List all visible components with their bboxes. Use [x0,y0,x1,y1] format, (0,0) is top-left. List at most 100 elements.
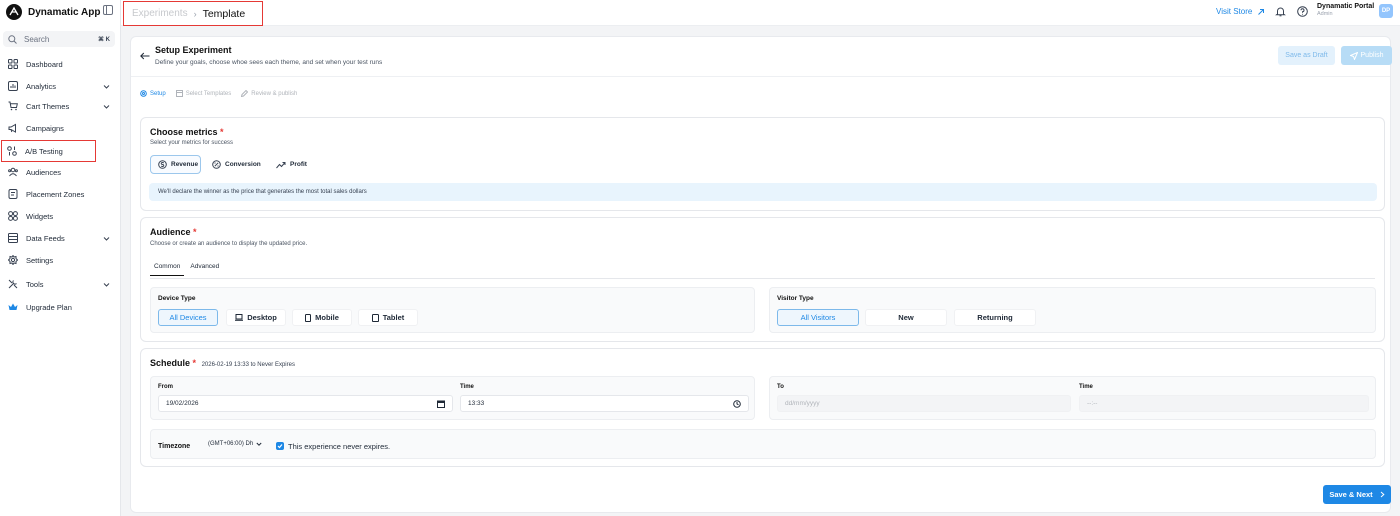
megaphone-icon [8,123,18,133]
sidebar: Dynamatic App Search ⌘ K Dashboard Analy… [0,0,121,516]
step-review-publish[interactable]: Review & publish [241,90,297,97]
sidebar-item-label: Upgrade Plan [26,302,72,312]
stepper: Setup Select Templates Review & publish [140,90,307,97]
search-input[interactable]: Search ⌘ K [3,31,115,47]
sidebar-item-label: Dashboard [26,59,63,69]
portal-name: Dynamatic Portal [1317,3,1375,10]
bell-icon[interactable] [1275,6,1286,17]
sidebar-item-settings[interactable]: Settings [3,251,115,269]
to-time-placeholder: --:-- [1087,400,1098,407]
schedule-title-text: Schedule [150,358,191,368]
sidebar-toggle-icon[interactable] [103,5,113,15]
visit-store-link[interactable]: Visit Store [1216,7,1265,16]
user-menu[interactable]: Dynamatic Portal Admin [1317,3,1374,17]
timezone-select[interactable]: (GMT+06:00) Dh [208,441,262,447]
avatar[interactable]: DP [1379,4,1393,18]
save-draft-button[interactable]: Save as Draft [1278,46,1335,65]
sidebar-item-analytics[interactable]: Analytics [3,77,115,95]
from-date-input[interactable]: 19/02/2026 [158,395,453,412]
from-time-value: 13:33 [468,400,485,407]
pencil-icon [241,90,251,97]
device-all-devices[interactable]: All Devices [158,309,218,326]
top-bar: Experiments › Template Visit Store Dynam… [121,0,1400,26]
back-arrow-icon[interactable] [140,52,150,60]
schedule-from-panel: From 19/02/2026 Time 13:33 [150,376,755,420]
from-time-input[interactable]: 13:33 [460,395,749,412]
sidebar-item-tools[interactable]: Tools [3,275,115,293]
app-logo-icon [6,4,22,20]
publish-label: Publish [1360,52,1384,59]
device-tablet[interactable]: Tablet [358,309,418,326]
sidebar-item-label: A/B Testing [25,146,63,156]
sidebar-item-label: Placement Zones [26,189,85,199]
metric-profit[interactable]: Profit [269,155,311,174]
sidebar-item-placement-zones[interactable]: Placement Zones [3,185,115,203]
step-setup[interactable]: Setup [140,90,166,97]
metric-info-banner: We'll declare the winner as the price th… [149,183,1377,201]
crown-icon [8,302,18,312]
audience-tabs: Common Advanced [150,260,225,276]
chart-icon [8,81,18,91]
metric-conversion[interactable]: Conversion [205,155,263,174]
never-expires-label[interactable]: This experience never expires. [288,442,390,451]
sidebar-item-audiences[interactable]: Audiences [3,163,115,181]
to-time-input[interactable]: --:-- [1079,395,1369,412]
chevron-down-icon [103,281,110,288]
breadcrumb: Experiments › Template [123,1,263,26]
visitor-returning[interactable]: Returning [954,309,1036,326]
tab-common[interactable]: Common [150,260,185,276]
breadcrumb-current: Template [202,7,246,20]
save-next-label: Save & Next [1329,490,1373,499]
sidebar-item-label: Cart Themes [26,101,70,111]
sidebar-item-widgets[interactable]: Widgets [3,207,115,225]
chevron-right-icon [1373,491,1385,498]
sidebar-item-upgrade-plan[interactable]: Upgrade Plan [3,298,115,316]
visit-store-label: Visit Store [1216,7,1253,16]
from-date-value: 19/02/2026 [166,400,199,407]
mobile-icon [305,313,315,322]
sidebar-item-cart-themes[interactable]: Cart Themes [3,97,115,115]
sidebar-item-data-feeds[interactable]: Data Feeds [3,229,115,247]
app-name: Dynamatic App [28,6,101,18]
from-time-label: Time [460,384,474,390]
from-label: From [158,384,173,390]
metrics-title-text: Choose metrics [150,127,218,137]
step-select-templates[interactable]: Select Templates [175,90,232,97]
visitor-new[interactable]: New [865,309,947,326]
option-label: Mobile [315,313,339,322]
audience-title: Audience * [150,227,197,237]
never-expires-checkbox[interactable] [276,442,284,450]
tab-advanced[interactable]: Advanced [186,260,223,276]
chevron-down-icon [253,441,262,447]
metric-revenue[interactable]: Revenue [150,155,201,174]
brand[interactable]: Dynamatic App [6,3,116,21]
tools-icon [8,279,18,289]
sidebar-item-dashboard[interactable]: Dashboard [3,55,115,73]
breadcrumb-parent[interactable]: Experiments [132,8,188,19]
chevron-down-icon [103,235,110,242]
search-shortcut: ⌘ K [98,36,110,43]
page-subtitle: Define your goals, choose whoe sees each… [155,59,383,66]
conversion-icon [212,160,225,169]
to-date-input[interactable]: dd/mm/yyyy [777,395,1071,412]
required-mark: * [220,127,224,137]
step-label: Select Templates [185,90,232,97]
device-type-panel: Device Type All Devices Desktop Mobile T… [150,287,755,333]
device-mobile[interactable]: Mobile [292,309,352,326]
cart-icon [8,101,18,111]
device-desktop[interactable]: Desktop [226,309,286,326]
external-link-icon [1252,8,1265,16]
breadcrumb-separator-icon: › [193,8,197,19]
placement-icon [8,189,18,199]
visitor-all-visitors[interactable]: All Visitors [777,309,859,326]
help-icon[interactable] [1297,6,1308,17]
sidebar-item-campaigns[interactable]: Campaigns [3,119,115,137]
save-next-button[interactable]: Save & Next [1323,485,1391,504]
to-date-placeholder: dd/mm/yyyy [785,400,820,407]
trend-up-icon [276,161,290,169]
timezone-value: (GMT+06:00) Dh [208,441,254,447]
metrics-section: Choose metrics * Select your metrics for… [140,117,1385,211]
database-icon [8,233,18,243]
publish-button[interactable]: Publish [1341,46,1392,65]
sidebar-item-ab-testing[interactable]: A/B Testing [1,140,96,162]
